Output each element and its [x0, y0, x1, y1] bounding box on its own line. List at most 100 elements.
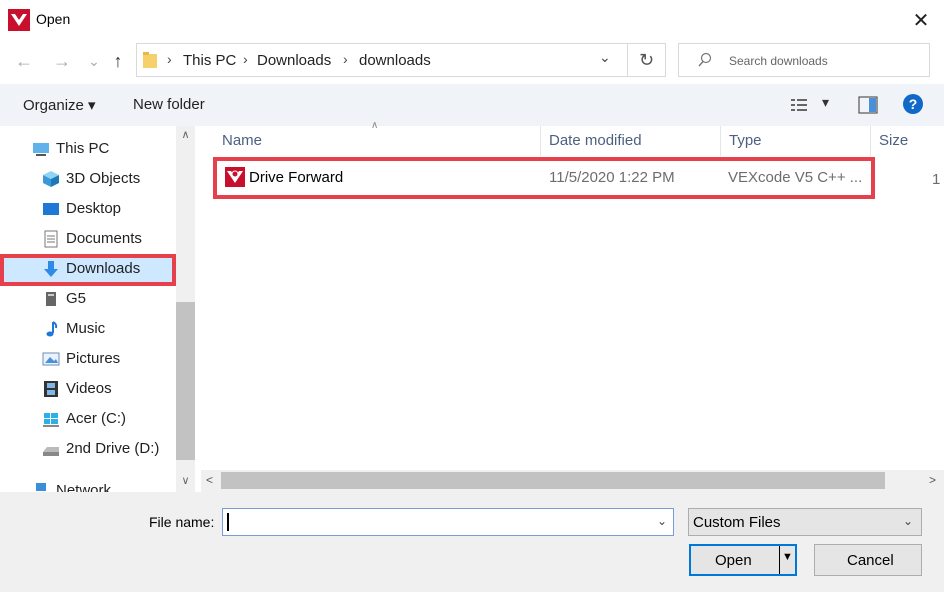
- drive-icon: [43, 447, 59, 456]
- scroll-down-icon[interactable]: ∨: [176, 472, 195, 490]
- sidebar-scrollbar[interactable]: ∧ ∨: [176, 126, 195, 492]
- up-arrow-icon: ↑: [113, 51, 123, 71]
- sidebar-item-desktop[interactable]: Desktop: [0, 194, 176, 224]
- forward-arrow-icon: →: [53, 51, 71, 71]
- sidebar-item-videos[interactable]: Videos: [0, 374, 176, 404]
- column-header-type[interactable]: Type: [721, 126, 871, 156]
- film-icon: [44, 381, 58, 397]
- scrollbar-thumb[interactable]: [176, 302, 195, 460]
- sidebar-item-label: G5: [66, 290, 87, 307]
- file-name-dropdown-icon[interactable]: ⌄: [657, 514, 667, 528]
- vexcode-app-icon: [8, 9, 30, 31]
- sidebar-item-pictures[interactable]: Pictures: [0, 344, 176, 374]
- search-icon: [698, 52, 712, 67]
- picture-icon: [42, 352, 60, 366]
- scroll-right-icon[interactable]: >: [929, 473, 936, 487]
- view-dropdown-icon[interactable]: ▾: [822, 94, 829, 111]
- sidebar-item-label: Acer (C:): [66, 410, 126, 427]
- file-name: Drive Forward: [249, 169, 344, 186]
- back-button[interactable]: ←: [12, 50, 36, 74]
- file-type-filter-select[interactable]: Custom Files ⌄: [688, 508, 922, 536]
- scrollbar-thumb[interactable]: [221, 472, 885, 489]
- column-header-label: Size: [879, 132, 909, 149]
- document-icon: [44, 230, 58, 248]
- breadcrumb-downloads[interactable]: Downloads: [257, 52, 331, 69]
- vexcode-file-icon: [225, 167, 245, 187]
- breadcrumb-separator-icon: ›: [343, 51, 348, 67]
- command-bar: Organize ▾ New folder ▾ ?: [0, 84, 944, 126]
- breadcrumb-separator-icon: ›: [167, 51, 172, 67]
- scroll-left-icon[interactable]: <: [206, 473, 213, 487]
- sidebar-item-music[interactable]: Music: [0, 314, 176, 344]
- search-placeholder: Search downloads: [729, 54, 828, 68]
- drive-icon: [46, 292, 56, 306]
- file-date: 11/5/2020 1:22 PM: [549, 169, 675, 186]
- navigation-bar: ← → ⌄ ↑ › This PC › Downloads › download…: [0, 40, 944, 84]
- help-button[interactable]: ?: [903, 94, 923, 114]
- file-list: ∧ Name Date modified Type Size Drive For…: [201, 120, 944, 470]
- new-folder-button[interactable]: New folder: [133, 96, 205, 113]
- open-button[interactable]: Open ▼: [689, 544, 797, 576]
- sidebar-item-label: Network: [56, 482, 112, 492]
- recent-locations-button[interactable]: ⌄: [82, 50, 106, 74]
- open-dropdown-icon[interactable]: ▼: [782, 551, 793, 563]
- chevron-down-icon: ⌄: [902, 514, 913, 528]
- sidebar-item-3d-objects[interactable]: 3D Objects: [0, 164, 176, 194]
- view-options-icon[interactable]: [790, 97, 810, 113]
- file-name-label: File name:: [149, 514, 215, 530]
- dialog-footer: File name: ⌄ Custom Files ⌄ Open ▼ Cance…: [0, 492, 944, 592]
- folder-icon: [143, 52, 157, 68]
- forward-button[interactable]: →: [50, 50, 74, 74]
- refresh-icon: ↻: [638, 49, 655, 70]
- column-header-label: Date modified: [549, 132, 642, 149]
- cube-icon: [43, 171, 59, 187]
- sidebar-item-label: Videos: [66, 380, 112, 397]
- desktop-icon: [43, 203, 59, 215]
- sidebar-item-this-pc[interactable]: This PC: [0, 134, 176, 164]
- file-type-filter-value: Custom Files: [693, 514, 781, 531]
- open-button-label: Open: [715, 552, 752, 569]
- column-header-size[interactable]: Size: [871, 126, 944, 156]
- file-name-input[interactable]: ⌄: [222, 508, 674, 536]
- sidebar-item-label: Downloads: [66, 260, 141, 277]
- column-header-label: Name: [222, 132, 263, 149]
- close-icon: ✕: [912, 9, 930, 32]
- sidebar-item-label: Desktop: [66, 200, 122, 217]
- sidebar-item-g5[interactable]: G5: [0, 284, 176, 314]
- preview-pane-icon[interactable]: [858, 96, 878, 114]
- close-button[interactable]: ✕: [898, 0, 944, 40]
- sidebar-item-label: 3D Objects: [66, 170, 141, 187]
- file-list-horizontal-scrollbar[interactable]: < >: [201, 470, 944, 492]
- download-arrow-icon: [44, 261, 58, 277]
- pc-icon: [33, 143, 49, 156]
- column-header-name[interactable]: Name: [214, 126, 541, 156]
- breadcrumb-downloads-sub[interactable]: downloads: [359, 52, 431, 69]
- column-header-label: Type: [729, 132, 762, 149]
- windows-drive-icon: [43, 413, 59, 427]
- address-bar[interactable]: › This PC › Downloads › downloads ⌄ ↻: [136, 43, 666, 77]
- file-type: VEXcode V5 C++ ...: [728, 169, 863, 186]
- breadcrumb-this-pc[interactable]: This PC: [183, 52, 236, 69]
- sidebar-item-acer-c[interactable]: Acer (C:): [0, 404, 176, 434]
- sidebar-item-2nd-drive-d[interactable]: 2nd Drive (D:): [0, 434, 176, 464]
- navigation-pane: This PC 3D Objects Desktop Documents Dow…: [0, 126, 176, 492]
- column-header-date-modified[interactable]: Date modified: [541, 126, 721, 156]
- cancel-button-label: Cancel: [847, 552, 894, 569]
- sidebar-item-label: Pictures: [66, 350, 121, 367]
- file-row[interactable]: Drive Forward 11/5/2020 1:22 PM VEXcode …: [213, 157, 875, 199]
- music-note-icon: [46, 321, 58, 337]
- sidebar-item-label: Music: [66, 320, 106, 337]
- cancel-button[interactable]: Cancel: [814, 544, 922, 576]
- up-button[interactable]: ↑: [106, 50, 130, 74]
- breadcrumb-separator-icon: ›: [243, 51, 248, 67]
- sidebar-item-downloads[interactable]: Downloads: [0, 254, 176, 286]
- refresh-button[interactable]: ↻: [627, 44, 665, 76]
- scroll-up-icon[interactable]: ∧: [176, 126, 195, 144]
- search-box[interactable]: Search downloads: [678, 43, 930, 77]
- window-title: Open: [36, 11, 71, 27]
- address-dropdown-icon[interactable]: ⌄: [599, 49, 611, 66]
- organize-button[interactable]: Organize ▾: [23, 96, 96, 114]
- network-icon: [36, 483, 46, 491]
- sidebar-item-network[interactable]: Network: [0, 476, 176, 492]
- sidebar-item-documents[interactable]: Documents: [0, 224, 176, 254]
